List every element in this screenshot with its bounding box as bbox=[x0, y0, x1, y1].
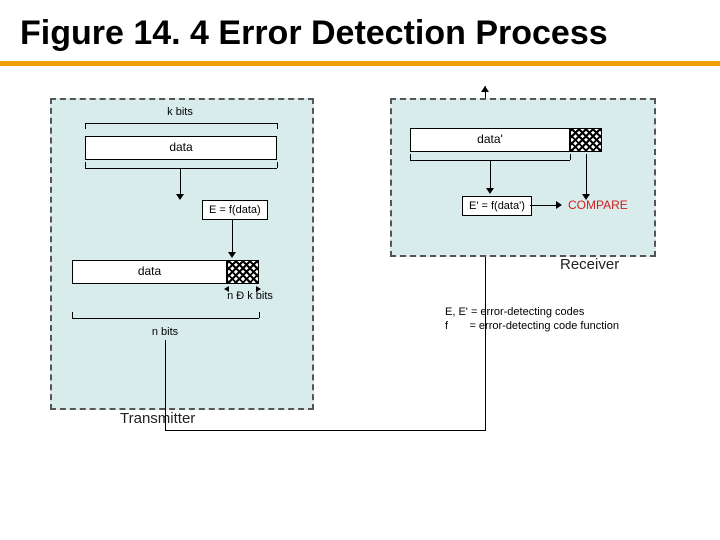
n-bits-bracket bbox=[72, 318, 259, 319]
page-title: Figure 14. 4 Error Detection Process bbox=[0, 0, 620, 53]
arrow-head-down-icon bbox=[228, 252, 236, 258]
legend-line1: E, E' = error-detecting codes bbox=[445, 306, 584, 318]
transmission-line-h bbox=[165, 430, 485, 431]
bracket-tick bbox=[72, 312, 73, 318]
transmitter-formula: E = f(data) bbox=[202, 200, 268, 220]
diagram-stage: Transmitter k bits data E = f(data) data… bbox=[0, 78, 720, 498]
arrow-shaft bbox=[180, 168, 181, 196]
arrow-head-down-icon bbox=[486, 188, 494, 194]
bracket-tick bbox=[570, 154, 571, 160]
transmitter-data-bar-bottom bbox=[72, 260, 227, 284]
bracket-tick bbox=[277, 123, 278, 129]
bracket-tick bbox=[277, 162, 278, 168]
k-bits-label: k bits bbox=[155, 106, 205, 118]
receiver-formula: E' = f(data') bbox=[462, 196, 532, 216]
transmitter-label: Transmitter bbox=[120, 410, 195, 427]
compare-label: COMPARE bbox=[568, 198, 628, 212]
arrow-shaft bbox=[490, 160, 491, 190]
receiver-data-bar bbox=[410, 128, 570, 152]
transmission-line-v1 bbox=[165, 340, 166, 430]
arrow-head-down-icon bbox=[176, 194, 184, 200]
arrow-head-right-icon bbox=[256, 286, 261, 292]
bracket-tick bbox=[259, 312, 260, 318]
transmitter-data-bar-top bbox=[85, 136, 277, 160]
orange-rule bbox=[0, 61, 720, 66]
n-bits-label: n bits bbox=[140, 326, 190, 338]
nk-bits-label: n Ð k bits bbox=[225, 290, 275, 302]
arrow-head-right-icon bbox=[556, 201, 562, 209]
bracket-tick bbox=[85, 123, 86, 129]
arrow-shaft bbox=[586, 154, 587, 196]
receiver-ecc-hatch bbox=[570, 128, 602, 152]
k-bits-bracket bbox=[85, 123, 277, 124]
arrow-head-up-icon bbox=[481, 86, 489, 92]
legend-line2: f = error-detecting code function bbox=[445, 320, 619, 332]
bracket-under-top bbox=[85, 168, 277, 169]
arrow-head-left-icon bbox=[224, 286, 229, 292]
receiver-label: Receiver bbox=[560, 256, 619, 273]
bracket-tick bbox=[410, 154, 411, 160]
transmitter-ecc-hatch bbox=[227, 260, 259, 284]
arrow-shaft-h bbox=[530, 205, 558, 206]
arrow-shaft bbox=[232, 220, 233, 254]
bracket-tick bbox=[85, 162, 86, 168]
receiver-panel bbox=[390, 98, 656, 257]
